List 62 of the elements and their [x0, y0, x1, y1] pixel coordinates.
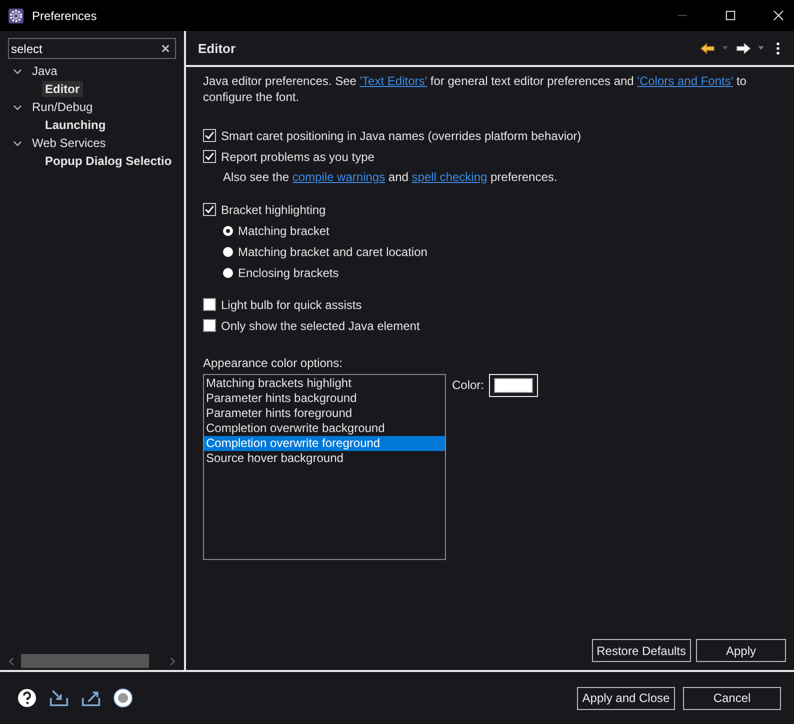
apply-button[interactable]: Apply — [696, 639, 786, 662]
link[interactable]: 'Colors and Fonts' — [637, 74, 734, 88]
radio-button[interactable] — [223, 246, 233, 256]
list-item[interactable]: Parameter hints foreground — [204, 406, 445, 421]
clear-icon[interactable] — [161, 44, 170, 53]
checkbox[interactable] — [203, 150, 216, 163]
radio-label: Matching bracket — [238, 224, 330, 238]
dropdown-icon[interactable] — [758, 46, 764, 50]
checkbox[interactable] — [203, 298, 216, 311]
scroll-left-icon[interactable] — [8, 656, 15, 666]
import-icon[interactable] — [49, 688, 69, 708]
tree-item[interactable]: Editor — [42, 81, 83, 97]
link[interactable]: compile warnings — [292, 170, 386, 184]
color-label: Color: — [452, 378, 484, 392]
list-item[interactable]: Completion overwrite foreground — [204, 436, 445, 451]
radio-button[interactable] — [223, 226, 233, 236]
checkbox[interactable] — [203, 319, 216, 332]
scroll-right-icon[interactable] — [169, 656, 176, 666]
forward-arrow-icon[interactable] — [736, 42, 751, 54]
tree-item[interactable]: Java — [29, 63, 60, 79]
checkbox[interactable] — [203, 129, 216, 142]
checkbox-label: Only show the selected Java element — [221, 318, 420, 332]
cancel-button[interactable]: Cancel — [683, 686, 781, 710]
list-item[interactable]: Completion overwrite background — [204, 421, 445, 436]
restore-defaults-button[interactable]: Restore Defaults — [592, 639, 691, 662]
maximize-icon[interactable] — [725, 10, 736, 21]
tree-item[interactable]: Web Services — [29, 135, 109, 151]
record-icon[interactable] — [113, 688, 133, 708]
radio-label: Enclosing brackets — [238, 266, 339, 280]
checkbox[interactable] — [203, 203, 216, 216]
filter-field[interactable]: select — [8, 38, 176, 59]
scrollbar-thumb[interactable] — [21, 654, 149, 668]
color-picker-button[interactable] — [489, 374, 538, 397]
checkbox-label: Report problems as you type — [221, 150, 374, 164]
tree-item[interactable]: Run/Debug — [29, 99, 96, 115]
link[interactable]: 'Text Editors' — [360, 74, 428, 88]
list-item[interactable]: Parameter hints background — [204, 391, 445, 406]
tree-item[interactable]: Launching — [42, 117, 109, 133]
note-text: Also see the compile warnings and spell checking preferences. — [222, 169, 558, 186]
link[interactable]: spell checking — [412, 170, 488, 184]
checkbox-label: Light bulb for quick assists — [221, 298, 362, 312]
app-icon — [8, 8, 24, 24]
checkbox-label: Smart caret positioning in Java names (overrides platform behavior) — [221, 128, 582, 142]
more-icon[interactable] — [776, 42, 780, 54]
expand-caret-icon[interactable] — [13, 66, 22, 76]
list-item[interactable]: Matching brackets highlight — [204, 376, 445, 391]
radio-label: Matching bracket and caret location — [238, 244, 428, 258]
checkbox-label: Bracket highlighting — [221, 202, 326, 216]
window-title: Preferences — [32, 8, 97, 22]
apply-and-close-button[interactable]: Apply and Close — [577, 686, 675, 710]
tree-item[interactable]: Popup Dialog Selectio — [42, 153, 175, 169]
back-arrow-icon[interactable] — [700, 42, 715, 54]
help-icon[interactable] — [17, 688, 37, 708]
close-icon[interactable] — [773, 10, 784, 21]
radio-button[interactable] — [223, 268, 233, 278]
color-options-list[interactable]: Matching brackets highlight Parameter hints background Parameter hints foreground Completion overwrite background Completion overwrite foreground Source hover background — [203, 374, 446, 560]
expand-caret-icon[interactable] — [13, 138, 22, 148]
section-label: Appearance color options: — [203, 356, 344, 372]
expand-caret-icon[interactable] — [13, 102, 22, 112]
description-text: Java editor preferences. See 'Text Editors' for general text editor preferences and 'Colors and Fonts' to configure the font. — [203, 73, 748, 105]
page-title: Editor — [198, 40, 236, 56]
list-item[interactable]: Source hover background — [204, 451, 445, 466]
